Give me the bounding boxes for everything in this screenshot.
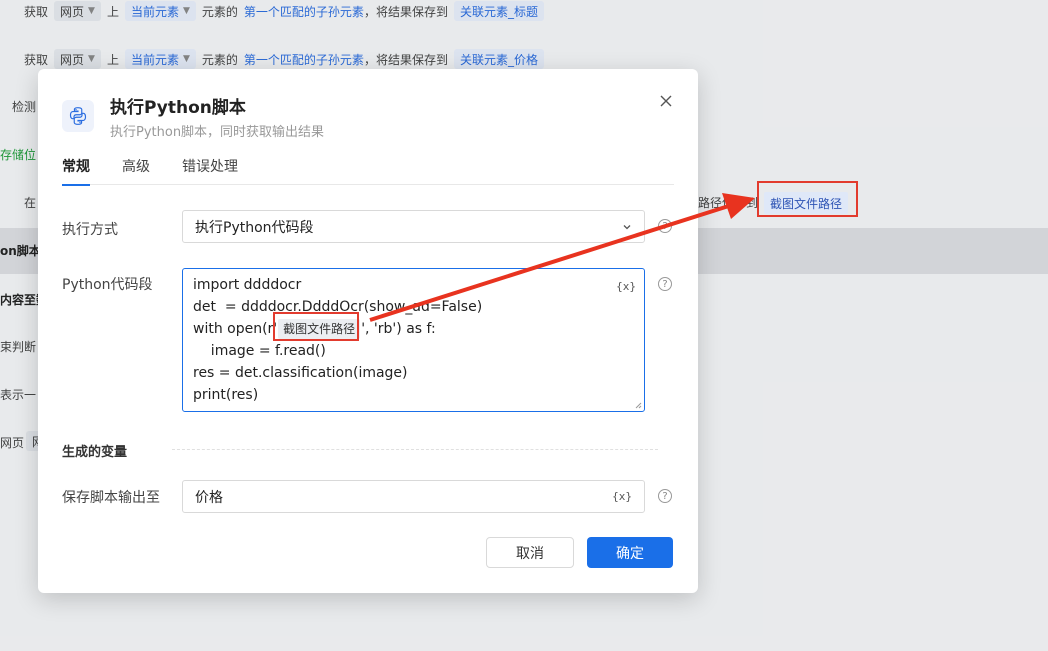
confirm-button[interactable]: 确定 (587, 537, 673, 568)
dialog-subtitle: 执行Python脚本，同时获取输出结果 (110, 125, 325, 140)
tab-general[interactable]: 常规 (62, 157, 90, 186)
code-line: res = det.classification(image) (193, 365, 408, 381)
code-text: ', 'rb') as f: (361, 321, 436, 337)
highlight-box (273, 312, 359, 341)
code-line: det = ddddocr.DdddOcr(show_ad=False) (193, 299, 483, 315)
insert-variable-button[interactable]: {x} (616, 276, 636, 298)
exec-mode-value: 执行Python代码段 (195, 219, 314, 236)
code-line: with open(r' 截图文件路径 ', 'rb') as f: (193, 318, 634, 340)
output-label: 保存脚本输出至 (62, 490, 160, 506)
cancel-button[interactable]: 取消 (486, 537, 574, 568)
python-icon (62, 100, 94, 132)
python-script-dialog: 执行Python脚本 执行Python脚本，同时获取输出结果 常规 高级 错误处… (38, 69, 698, 593)
code-text: with open(r' (193, 321, 278, 337)
exec-mode-select[interactable]: 执行Python代码段 (182, 210, 645, 243)
output-value: 价格 (195, 489, 223, 506)
output-variable-field[interactable]: 价格 {x} (182, 480, 645, 513)
dialog-title: 执行Python脚本 (110, 98, 246, 118)
insert-variable-button[interactable]: {x} (612, 490, 632, 503)
close-icon[interactable] (658, 93, 674, 109)
dialog-tabs: 常规 高级 错误处理 (62, 157, 674, 186)
code-line: print(res) (193, 387, 259, 403)
code-line: image = f.read() (193, 343, 326, 359)
help-icon[interactable]: ? (658, 277, 672, 291)
help-icon[interactable]: ? (658, 219, 672, 233)
code-line: import ddddocr (193, 277, 302, 293)
generated-variables-heading: 生成的变量 (62, 445, 128, 460)
resize-handle-icon[interactable] (634, 401, 642, 409)
highlight-box (757, 181, 858, 217)
chevron-down-icon (623, 224, 631, 229)
tab-advanced[interactable]: 高级 (122, 157, 150, 185)
python-code-editor[interactable]: import ddddocr det = ddddocr.DdddOcr(sho… (182, 268, 645, 412)
exec-mode-label: 执行方式 (62, 222, 118, 238)
divider (172, 449, 658, 450)
code-label: Python代码段 (62, 277, 153, 293)
tab-error-handling[interactable]: 错误处理 (182, 157, 238, 185)
help-icon[interactable]: ? (658, 489, 672, 503)
